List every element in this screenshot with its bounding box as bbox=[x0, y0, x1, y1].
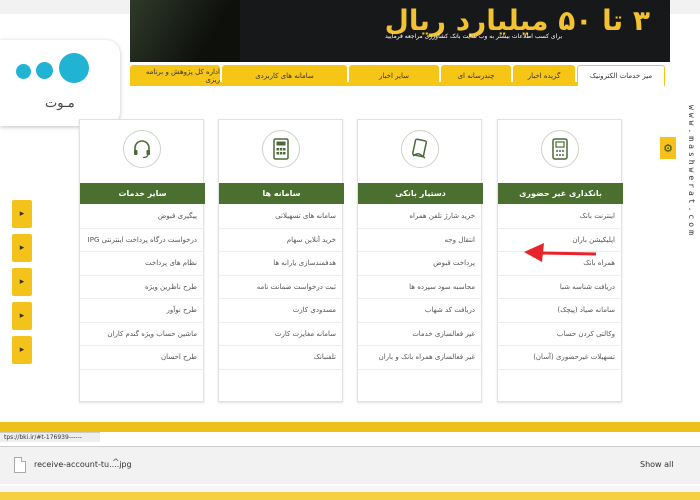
card-title: دستیار بانکی bbox=[358, 183, 483, 204]
list-item[interactable]: درخواست درگاه پرداخت اینترنتی IPG bbox=[80, 229, 205, 252]
list-item[interactable]: پیگیری قبوض bbox=[80, 205, 205, 229]
card-systems: سامانه ها سامانه های تسهیلاتی خرید آنلای… bbox=[218, 119, 344, 402]
side-tool-5-icon[interactable]: ▸ bbox=[12, 336, 32, 364]
download-bar: receive-account-tu....jpg ^ Show all bbox=[0, 446, 700, 484]
card-title: بانکداری غیر حضوری bbox=[498, 183, 623, 204]
list-item[interactable]: ثبت درخواست ضمانت نامه bbox=[219, 276, 344, 299]
side-tool-1-icon[interactable]: ▸ bbox=[12, 200, 32, 228]
bottom-accent bbox=[0, 492, 700, 500]
tab-applications[interactable]: سامانه های کاربردی bbox=[222, 65, 347, 86]
show-all-button[interactable]: Show all bbox=[640, 460, 673, 469]
logo-text: مـوت bbox=[45, 96, 75, 111]
service-list: اینترنت بانک اپلیکیشن باران همراه بانک د… bbox=[498, 205, 623, 370]
list-item[interactable]: طرح نوآور bbox=[80, 299, 205, 323]
card-title: سایر خدمات bbox=[80, 183, 205, 204]
list-item[interactable]: دریافت کد شهاب bbox=[358, 299, 483, 323]
headset-icon bbox=[123, 130, 161, 168]
list-item[interactable]: ماشین حساب ویژه گندم کاران bbox=[80, 323, 205, 346]
list-item[interactable]: محاسبه سود سپرده ها bbox=[358, 276, 483, 299]
service-list: سامانه های تسهیلاتی خرید آنلاین سهام هدف… bbox=[219, 205, 344, 370]
list-item[interactable]: تلفنبانک bbox=[219, 346, 344, 370]
list-item[interactable]: هدفمندسازی یارانه ها bbox=[219, 252, 344, 276]
list-item[interactable]: غیر فعالسازی همراه بانک و باران bbox=[358, 346, 483, 370]
calculator-icon bbox=[262, 130, 300, 168]
side-tool-2-icon[interactable]: ▸ bbox=[12, 234, 32, 262]
logo-dot-2 bbox=[36, 62, 53, 79]
red-arrow-annotation bbox=[524, 243, 597, 262]
list-item[interactable]: نظام های پرداخت bbox=[80, 252, 205, 276]
tab-research-planning[interactable]: اداره کل پژوهش و برنامه ریزی bbox=[130, 65, 220, 86]
list-item[interactable]: پرداخت قبوض bbox=[358, 252, 483, 276]
list-item[interactable]: دریافت شناسه شبا bbox=[498, 276, 623, 299]
page-footer bbox=[0, 422, 700, 432]
settings-gear-icon[interactable]: ⚙ bbox=[660, 137, 676, 159]
card-hand-icon bbox=[401, 130, 439, 168]
card-other-services: سایر خدمات پیگیری قبوض درخواست درگاه پرد… bbox=[79, 119, 205, 402]
side-tool-4-icon[interactable]: ▸ bbox=[12, 302, 32, 330]
list-item[interactable]: سامانه های تسهیلاتی bbox=[219, 205, 344, 229]
card-title: سامانه ها bbox=[219, 183, 344, 204]
tab-multimedia[interactable]: چندرسانه ای bbox=[441, 65, 511, 86]
pos-terminal-icon bbox=[541, 130, 579, 168]
list-item[interactable]: خرید شارژ تلفن همراه bbox=[358, 205, 483, 229]
tab-other-news[interactable]: سایر اخبار bbox=[349, 65, 439, 86]
promo-banner[interactable]: ۳ تا ۵۰ میلیارد ریال برای کسب اطلاعات بی… bbox=[130, 0, 670, 62]
list-item[interactable]: تسهیلات غیرحضوری (آسان) bbox=[498, 346, 623, 370]
list-item[interactable]: طرح احسان bbox=[80, 346, 205, 370]
banner-graphic bbox=[130, 0, 240, 62]
card-banking-assistant: دستیار بانکی خرید شارژ تلفن همراه انتقال… bbox=[357, 119, 483, 402]
service-list: پیگیری قبوض درخواست درگاه پرداخت اینترنت… bbox=[80, 205, 205, 370]
main-nav: میز خدمات الکترونیک گزیده اخبار چندرسانه… bbox=[130, 62, 665, 86]
site-logo: مـوت bbox=[0, 40, 120, 126]
banner-note: برای کسب اطلاعات بیشتر به وب سایت بانک ک… bbox=[385, 33, 563, 40]
status-bar-url: tps://bki.ir/#t-176939------ bbox=[0, 432, 100, 442]
watermark-text: www.mashwerat.com bbox=[687, 105, 696, 238]
list-item[interactable]: مسدودی کارت bbox=[219, 299, 344, 323]
list-item[interactable]: انتقال وجه bbox=[358, 229, 483, 252]
list-item[interactable]: خرید آنلاین سهام bbox=[219, 229, 344, 252]
list-item[interactable]: سامانه صیاد (پیچک) bbox=[498, 299, 623, 323]
list-item[interactable]: سامانه مغایرت کارت bbox=[219, 323, 344, 346]
logo-dot-1 bbox=[16, 64, 31, 79]
file-icon bbox=[14, 457, 26, 473]
tab-selected-news[interactable]: گزیده اخبار bbox=[513, 65, 575, 86]
list-item[interactable]: غیر فعالسازی خدمات bbox=[358, 323, 483, 346]
list-item-internet-bank[interactable]: اینترنت بانک bbox=[498, 205, 623, 229]
logo-dot-3 bbox=[59, 53, 89, 83]
list-item[interactable]: طرح ناظرین ویژه bbox=[80, 276, 205, 299]
side-tool-3-icon[interactable]: ▸ bbox=[12, 268, 32, 296]
tab-e-services[interactable]: میز خدمات الکترونیک bbox=[577, 65, 665, 86]
service-list: خرید شارژ تلفن همراه انتقال وجه پرداخت ق… bbox=[358, 205, 483, 370]
list-item[interactable]: وکالتی کردن حساب bbox=[498, 323, 623, 346]
chevron-up-icon[interactable]: ^ bbox=[112, 458, 120, 468]
